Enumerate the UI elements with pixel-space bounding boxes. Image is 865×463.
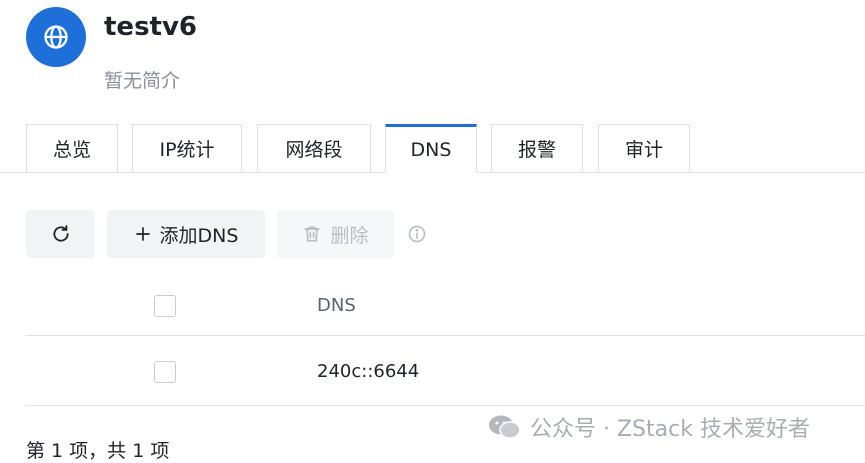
watermark: 公众号 · ZStack 技术爱好者 bbox=[488, 411, 810, 443]
wechat-icon bbox=[489, 415, 521, 439]
column-header-dns: DNS bbox=[317, 295, 356, 316]
globe-icon bbox=[44, 25, 68, 49]
select-all-checkbox[interactable] bbox=[154, 295, 176, 317]
pagination-summary: 第 1 项，共 1 项 bbox=[26, 440, 170, 462]
row-checkbox[interactable] bbox=[154, 361, 176, 383]
tab-dns[interactable]: DNS bbox=[385, 124, 477, 173]
page-description: 暂无简介 bbox=[104, 70, 181, 92]
refresh-button[interactable] bbox=[26, 210, 95, 258]
refresh-icon bbox=[52, 225, 69, 242]
tab-overview[interactable]: 总览 bbox=[26, 124, 118, 172]
watermark-text: 公众号 · ZStack 技术爱好者 bbox=[530, 417, 810, 442]
add-dns-label: 添加DNS bbox=[159, 224, 239, 247]
tab-network-segment[interactable]: 网络段 bbox=[257, 124, 371, 172]
add-dns-button[interactable]: 添加DNS bbox=[107, 210, 265, 258]
avatar bbox=[26, 7, 86, 67]
trash-icon bbox=[304, 226, 320, 242]
tab-audit[interactable]: 审计 bbox=[598, 124, 690, 172]
table-divider bbox=[26, 335, 865, 336]
tab-ip-stats[interactable]: IP统计 bbox=[132, 124, 242, 172]
table-cell-dns: 240c::6644 bbox=[317, 361, 420, 382]
tab-alarm[interactable]: 报警 bbox=[491, 124, 583, 172]
delete-label: 删除 bbox=[330, 224, 369, 247]
plus-icon bbox=[135, 227, 150, 241]
table-divider bbox=[26, 405, 865, 406]
delete-button[interactable]: 删除 bbox=[277, 210, 394, 258]
info-icon[interactable] bbox=[407, 224, 427, 244]
page-title: testv6 bbox=[104, 12, 198, 42]
